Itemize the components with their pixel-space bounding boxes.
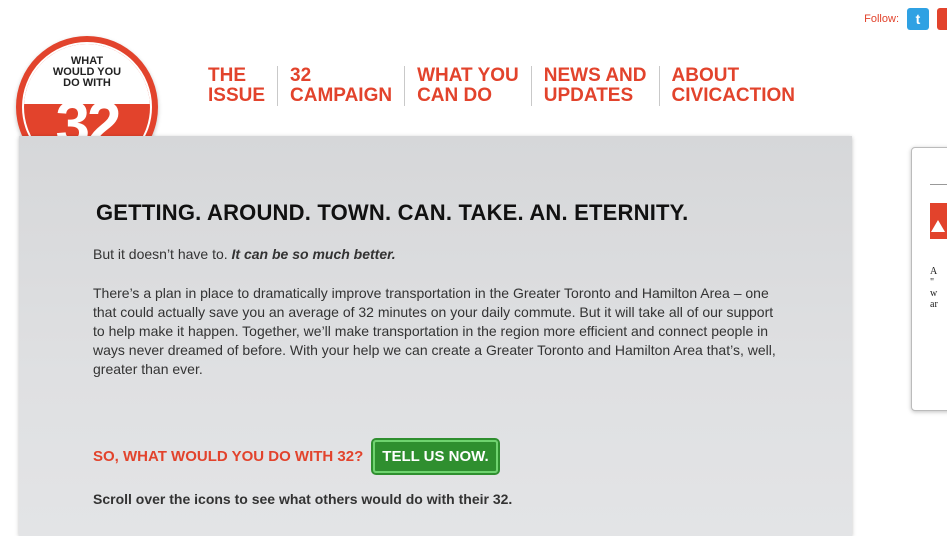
social-icon-partial[interactable] — [937, 8, 947, 30]
intro-paragraph: There’s a plan in place to dramatically … — [93, 285, 776, 377]
tell-us-now-button[interactable]: TELL US NOW. — [371, 438, 500, 475]
cta-row: SO, WHAT WOULD YOU DO WITH 32? TELL US N… — [93, 438, 500, 475]
nav-the-issue[interactable]: THE ISSUE — [196, 66, 277, 106]
logo-text: WHAT WOULD YOU DO WITH — [52, 55, 122, 89]
follow-bar: Follow: t — [864, 8, 947, 30]
scroll-hint: Scroll over the icons to see what others… — [93, 491, 513, 507]
twitter-icon[interactable]: t — [907, 8, 929, 30]
nav-about-civicaction[interactable]: ABOUT CIVICACTION — [658, 66, 808, 106]
main-panel: GETTING. AROUND. TOWN. CAN. TAKE. AN. ET… — [19, 136, 852, 536]
main-nav: THE ISSUE 32 CAMPAIGN WHAT YOU CAN DO NE… — [196, 66, 807, 106]
side-card[interactable]: A " w ar — [911, 147, 947, 411]
nav-32-campaign[interactable]: 32 CAMPAIGN — [277, 66, 404, 106]
nav-news-and-updates[interactable]: NEWS AND UPDATES — [530, 66, 659, 106]
cta-question: SO, WHAT WOULD YOU DO WITH 32? — [93, 448, 364, 465]
follow-label: Follow: — [864, 13, 899, 25]
side-card-text: A " w ar — [930, 266, 938, 310]
nav-what-you-can-do[interactable]: WHAT YOU CAN DO — [404, 66, 531, 106]
headline: GETTING. AROUND. TOWN. CAN. TAKE. AN. ET… — [96, 200, 689, 225]
lead-text: But it doesn’t have to. It can be so muc… — [93, 246, 396, 262]
divider — [930, 184, 947, 185]
warning-triangle-icon — [931, 220, 945, 232]
